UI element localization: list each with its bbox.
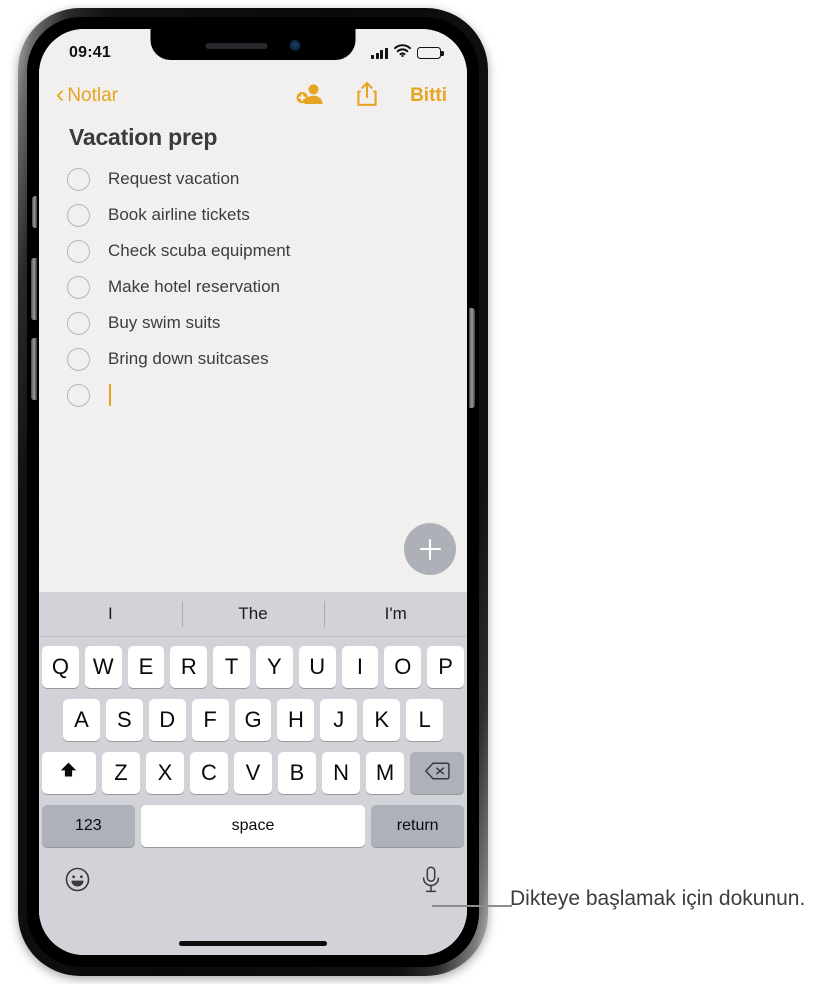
- key-i[interactable]: I: [341, 646, 379, 688]
- front-camera-icon: [289, 40, 301, 51]
- status-icons: [371, 44, 444, 62]
- key-x[interactable]: X: [145, 752, 184, 794]
- checkbox-circle-icon[interactable]: [67, 347, 90, 371]
- key-c[interactable]: C: [189, 752, 228, 794]
- key-f[interactable]: F: [191, 699, 229, 741]
- key-z[interactable]: Z: [101, 752, 140, 794]
- checklist-item[interactable]: Check scuba equipment: [67, 233, 447, 269]
- back-to-notes-button[interactable]: ‹ Notlar: [56, 80, 119, 108]
- checkbox-circle-icon[interactable]: [67, 239, 90, 263]
- key-b[interactable]: B: [278, 752, 317, 794]
- key-j[interactable]: J: [320, 699, 358, 741]
- microphone-icon[interactable]: [421, 866, 441, 898]
- key-h[interactable]: H: [277, 699, 315, 741]
- key-v[interactable]: V: [234, 752, 273, 794]
- checkbox-circle-icon[interactable]: [67, 167, 90, 191]
- key-k[interactable]: K: [363, 699, 401, 741]
- suggestion-item[interactable]: I: [39, 592, 182, 636]
- keyboard-key-rows: Q W E R T Y U I O P A S D F G H J K L Z …: [39, 637, 467, 847]
- home-indicator[interactable]: [179, 941, 327, 946]
- key-y[interactable]: Y: [256, 646, 293, 688]
- keyboard-row-top: Q W E R T Y U I O P: [42, 646, 464, 688]
- checkbox-circle-icon[interactable]: [67, 311, 90, 335]
- phone-screen: ‹ Notlar Bitti Vacation prep Request vac…: [39, 29, 467, 955]
- checklist-item-label: Bring down suitcases: [108, 349, 269, 368]
- checklist-item-label: Check scuba equipment: [108, 241, 291, 260]
- status-time: 09:41: [69, 44, 111, 61]
- key-w[interactable]: W: [84, 646, 122, 688]
- checklist-item[interactable]: Book airline tickets: [67, 197, 447, 233]
- checklist-item[interactable]: Request vacation: [67, 161, 447, 197]
- done-button[interactable]: Bitti: [410, 85, 447, 107]
- key-e[interactable]: E: [127, 646, 165, 688]
- checklist-item-empty[interactable]: [67, 377, 447, 413]
- note-toolbar: ‹ Notlar Bitti: [39, 73, 467, 119]
- suggestion-item[interactable]: The: [181, 592, 325, 636]
- key-o[interactable]: O: [384, 646, 422, 688]
- checkbox-circle-icon[interactable]: [67, 203, 90, 227]
- wifi-icon: [394, 44, 411, 62]
- keyboard-row-bottom: Z X C V B N M: [41, 752, 465, 794]
- checklist-item-label: Buy swim suits: [108, 313, 221, 332]
- volume-down-button[interactable]: [31, 338, 37, 400]
- cellular-signal-icon: [371, 47, 388, 59]
- key-q[interactable]: Q: [42, 646, 79, 688]
- key-a[interactable]: A: [63, 699, 100, 741]
- key-d[interactable]: D: [148, 699, 186, 741]
- shift-key[interactable]: [41, 752, 96, 794]
- key-p[interactable]: P: [427, 646, 464, 688]
- share-icon[interactable]: [356, 81, 378, 112]
- callout-text: Dikteye başlamak için dokunun.: [510, 887, 806, 910]
- checklist-item[interactable]: Bring down suitcases: [67, 341, 447, 377]
- predictive-suggestion-bar: I The I'm: [39, 592, 467, 637]
- keyboard-row-space: 123 space return: [42, 805, 464, 847]
- checkbox-circle-icon[interactable]: [67, 383, 90, 407]
- power-button[interactable]: [469, 308, 475, 408]
- suggestion-item[interactable]: I'm: [324, 592, 467, 636]
- checklist-item-label: Make hotel reservation: [108, 277, 280, 296]
- text-cursor: [109, 384, 112, 406]
- checklist-item[interactable]: Buy swim suits: [67, 305, 447, 341]
- key-m[interactable]: M: [366, 752, 405, 794]
- key-n[interactable]: N: [322, 752, 361, 794]
- software-keyboard: I The I'm Q W E R T Y U I O P A S D F G …: [39, 592, 467, 955]
- callout-leader-line: [432, 905, 512, 907]
- checklist-item[interactable]: Make hotel reservation: [67, 269, 447, 305]
- device-notch: [150, 29, 356, 60]
- backspace-key[interactable]: [410, 752, 465, 794]
- key-l[interactable]: L: [406, 699, 444, 741]
- earpiece-speaker: [205, 42, 268, 49]
- silent-switch-button[interactable]: [32, 196, 37, 228]
- add-person-icon[interactable]: [296, 83, 324, 110]
- note-title: Vacation prep: [69, 124, 218, 150]
- key-u[interactable]: U: [298, 646, 336, 688]
- key-t[interactable]: T: [213, 646, 250, 688]
- backspace-icon: [424, 760, 450, 786]
- numeric-key[interactable]: 123: [42, 805, 135, 847]
- space-key[interactable]: space: [140, 805, 366, 847]
- note-checklist: Request vacation Book airline tickets Ch…: [67, 161, 447, 413]
- checklist-item-label: Request vacation: [108, 169, 240, 188]
- checklist-item-label: Book airline tickets: [108, 205, 250, 224]
- phone-device-frame: ‹ Notlar Bitti Vacation prep Request vac…: [18, 8, 488, 976]
- volume-up-button[interactable]: [31, 258, 37, 320]
- key-r[interactable]: R: [170, 646, 208, 688]
- checkbox-circle-icon[interactable]: [67, 275, 90, 299]
- emoji-smiley-icon[interactable]: [65, 867, 90, 897]
- shift-arrow-icon: [59, 760, 78, 786]
- back-to-notes-label: Notlar: [67, 85, 119, 106]
- add-attachment-button[interactable]: [404, 523, 456, 575]
- key-g[interactable]: G: [234, 699, 272, 741]
- battery-icon: [417, 47, 444, 59]
- key-s[interactable]: S: [105, 699, 143, 741]
- keyboard-bottom-bar: [39, 858, 467, 904]
- chevron-left-icon: ‹: [56, 80, 65, 108]
- return-key[interactable]: return: [371, 805, 464, 847]
- keyboard-row-middle: A S D F G H J K L: [42, 699, 464, 741]
- plus-icon: [428, 538, 432, 560]
- callout-dictation: Dikteye başlamak için dokunun.: [510, 884, 810, 914]
